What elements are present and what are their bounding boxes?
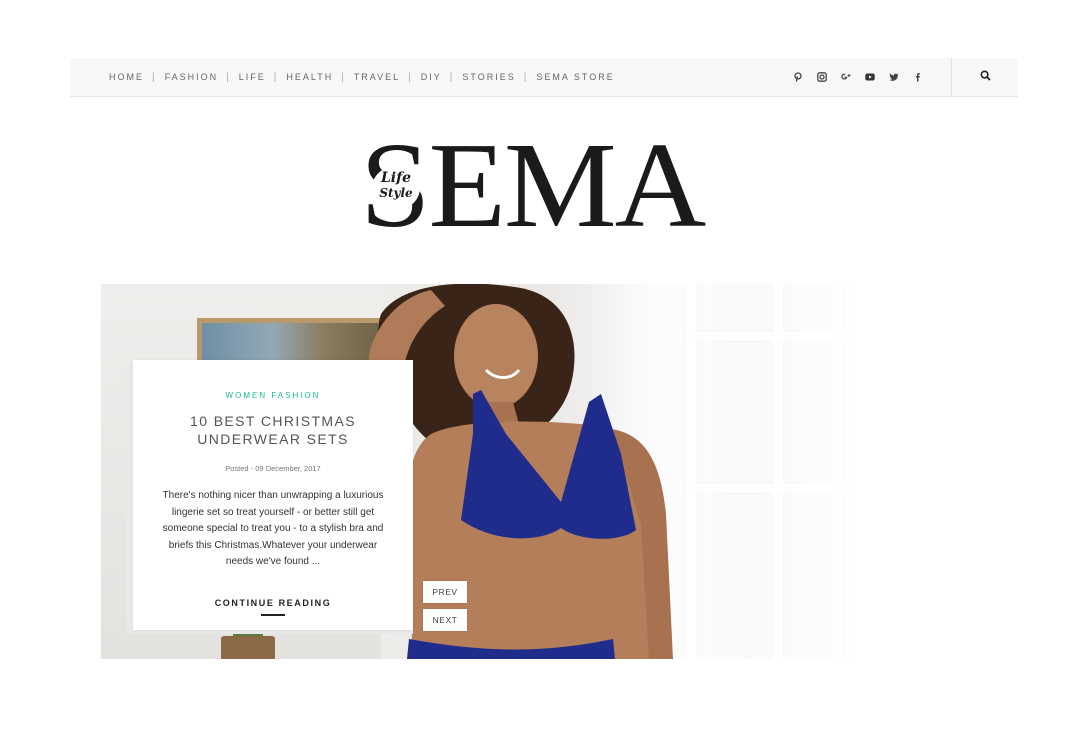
menu-separator: | [523,71,527,83]
menu-item-health[interactable]: HEALTH [286,72,333,82]
top-navigation-bar: HOME | FASHION | LIFE | HEALTH | TRAVEL … [70,58,1018,97]
slider-next-button[interactable]: NEXT [423,609,467,631]
logo-badge: Life Style [372,166,420,210]
menu-separator: | [152,71,155,83]
post-excerpt: There's nothing nicer than unwrapping a … [162,490,384,568]
site-logo[interactable]: SEMA Life Style [360,125,730,247]
logo-badge-line1: Life [380,170,412,186]
menu-separator: | [273,71,277,83]
post-category[interactable]: WOMEN FASHION [133,391,413,400]
menu-item-travel[interactable]: TRAVEL [354,72,400,82]
continue-reading-link[interactable]: CONTINUE READING [133,598,413,608]
instagram-icon[interactable] [810,58,834,96]
menu-item-diy[interactable]: DIY [421,72,442,82]
search-button[interactable] [951,58,1018,96]
main-menu: HOME | FASHION | LIFE | HEALTH | TRAVEL … [109,58,615,96]
social-links [786,58,930,96]
google-plus-icon[interactable] [834,58,858,96]
post-date: Posted - 09 December, 2017 [225,464,321,473]
menu-separator: | [449,71,453,83]
pinterest-icon[interactable] [786,58,810,96]
twitter-icon[interactable] [882,58,906,96]
menu-separator: | [341,71,344,83]
menu-item-sema-store[interactable]: SEMA STORE [536,72,614,82]
post-title[interactable]: 10 BEST CHRISTMAS UNDERWEAR SETS [163,412,383,448]
search-icon [979,68,991,86]
menu-separator: | [226,71,229,83]
youtube-icon[interactable] [858,58,882,96]
continue-reading-underline [261,614,285,616]
menu-separator: | [408,71,411,83]
slider-prev-button[interactable]: PREV [423,581,467,603]
menu-item-fashion[interactable]: FASHION [165,72,219,82]
featured-post-card: WOMEN FASHION 10 BEST CHRISTMAS UNDERWEA… [133,360,413,630]
menu-item-stories[interactable]: STORIES [462,72,515,82]
menu-item-life[interactable]: LIFE [239,72,266,82]
logo-badge-line2: Style [379,186,413,200]
facebook-icon[interactable] [906,58,930,96]
menu-item-home[interactable]: HOME [109,72,144,82]
